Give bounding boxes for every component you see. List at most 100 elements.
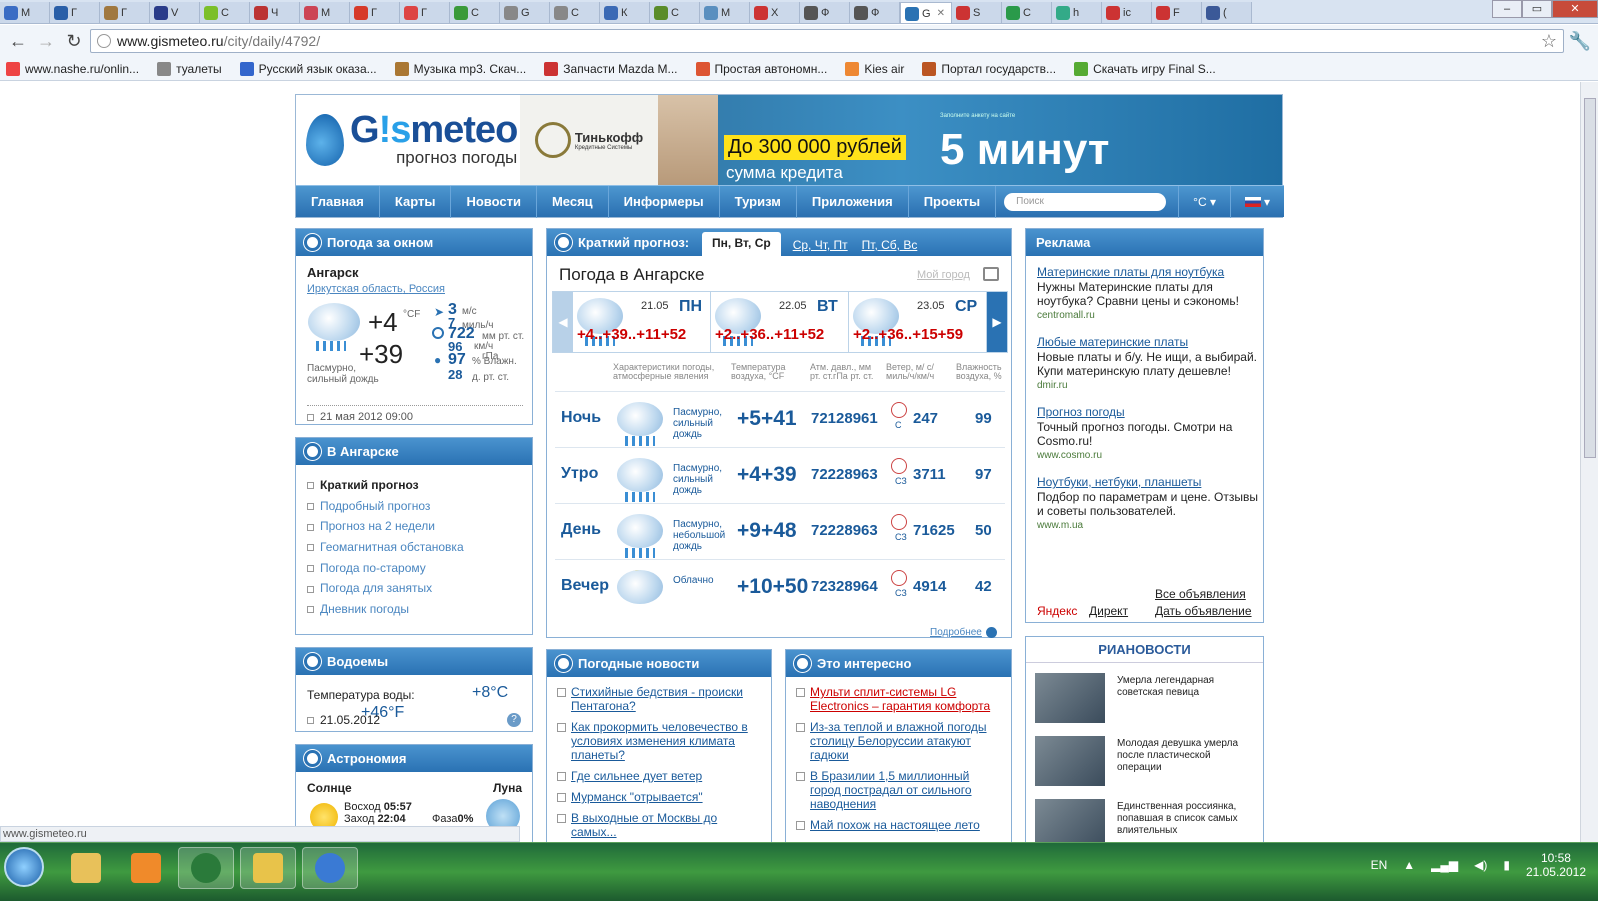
help-icon[interactable]: ? (507, 713, 521, 727)
scrollbar-thumb[interactable] (1584, 98, 1596, 458)
tab-fri-sat-sun[interactable]: Пт, Сб, Вс (860, 234, 920, 256)
ad-item[interactable]: Любые материнские платы Новые платы и б/у… (1037, 335, 1259, 391)
ad-item[interactable]: Материнские платы для ноутбука Нужны Мате… (1037, 265, 1259, 321)
country-link[interactable]: Россия (409, 283, 445, 295)
unit-selector[interactable]: °C ▾ (1178, 185, 1230, 218)
all-ads-link[interactable]: Все объявления (1155, 587, 1246, 601)
bookmark-item[interactable]: туалеты (157, 61, 222, 76)
city-menu-item[interactable]: Прогноз на 2 недели (307, 516, 532, 537)
browser-tab[interactable]: V (150, 2, 200, 23)
city-menu-item[interactable]: Геомагнитная обстановка (307, 537, 532, 558)
ria-news-title[interactable]: Молодая девушка умерла после пластическо… (1117, 738, 1257, 774)
browser-tab[interactable]: Г (50, 2, 100, 23)
nav-item[interactable]: Информеры (609, 185, 720, 218)
news-link[interactable]: Из-за теплой и влажной погоды столицу Бе… (796, 720, 1003, 762)
batman-taskbar-icon[interactable] (240, 847, 296, 889)
ad-url[interactable]: www.m.ua (1037, 520, 1259, 531)
browser-tab[interactable]: Г (350, 2, 400, 23)
news-link[interactable]: В выходные от Москвы до самых... (557, 811, 763, 839)
tab-wed-thu-fri[interactable]: Ср, Чт, Пт (791, 234, 850, 256)
torrent-taskbar-icon[interactable] (178, 847, 234, 889)
bookmark-item[interactable]: Простая автономн... (695, 61, 827, 76)
browser-tab[interactable]: Ф (800, 2, 850, 23)
ad-url[interactable]: dmir.ru (1037, 380, 1259, 391)
prev-day-arrow-icon[interactable]: ◀ (553, 292, 573, 352)
news-link[interactable]: Где сильнее дует ветер (557, 769, 763, 783)
close-tab-icon[interactable]: ✕ (937, 8, 945, 19)
nav-item[interactable]: Месяц (537, 185, 609, 218)
nav-item[interactable]: Главная (296, 185, 380, 218)
browser-tab[interactable]: Х (750, 2, 800, 23)
nav-item[interactable]: Туризм (720, 185, 797, 218)
language-flag-selector[interactable]: ▾ (1229, 185, 1284, 218)
news-link[interactable]: В Бразилии 1,5 миллионный город пострада… (796, 769, 1003, 811)
tab-mon-tue-wed[interactable]: Пн, Вт, Ср (702, 232, 781, 256)
day-card[interactable]: 22.05 ВТ +2..+36..+11+52 (711, 292, 849, 352)
browser-tab[interactable]: М (700, 2, 750, 23)
explorer-taskbar-icon[interactable] (58, 847, 114, 889)
my-city-link[interactable]: Мой город (917, 269, 970, 281)
bookmark-item[interactable]: Портал государств... (922, 61, 1056, 76)
browser-tab[interactable]: С (650, 2, 700, 23)
ria-logo[interactable]: РИАНОВОСТИ (1026, 637, 1263, 663)
ria-news-title[interactable]: Единственная россиянка, попавшая в списо… (1117, 801, 1257, 837)
news-link[interactable]: Как прокормить человечество в условиях и… (557, 720, 763, 762)
search-input[interactable]: Поиск (1004, 192, 1167, 211)
page-scrollbar[interactable] (1580, 82, 1598, 842)
maximize-button[interactable]: ▭ (1522, 0, 1552, 18)
media-player-taskbar-icon[interactable] (118, 847, 174, 889)
ad-item[interactable]: Ноутбуки, нетбуки, планшеты Подбор по пар… (1037, 475, 1259, 531)
city-menu-item[interactable]: Дневник погоды (307, 599, 532, 620)
city-menu-item[interactable]: Погода по-старому (307, 558, 532, 579)
ria-news-title[interactable]: Умерла легендарная советская певица (1117, 675, 1257, 699)
city-menu-item[interactable]: Краткий прогноз (307, 475, 532, 496)
ad-title[interactable]: Материнские платы для ноутбука (1037, 265, 1259, 280)
browser-tab[interactable]: G (500, 2, 550, 23)
browser-tab[interactable]: ( (1202, 2, 1252, 23)
browser-tab[interactable]: С (550, 2, 600, 23)
news-link[interactable]: Мульти сплит-системы LG Electronics – га… (796, 685, 1003, 713)
nav-item[interactable]: Карты (380, 185, 452, 218)
browser-tab[interactable]: h (1052, 2, 1102, 23)
day-card[interactable]: 21.05 ПН +4..+39..+11+52 (573, 292, 711, 352)
news-link[interactable]: Май похож на настоящее лето (796, 818, 1003, 832)
nav-item[interactable]: Новости (451, 185, 537, 218)
nav-item[interactable]: Проекты (909, 185, 997, 218)
browser-tab[interactable]: Ф (850, 2, 900, 23)
browser-tab[interactable]: F (1152, 2, 1202, 23)
bookmark-item[interactable]: Kies air (845, 61, 904, 76)
tray-arrow-icon[interactable]: ▲ (1403, 858, 1415, 872)
bookmark-item[interactable]: Русский язык оказа... (239, 61, 377, 76)
browser-tab[interactable]: M (0, 2, 50, 23)
browser-tab[interactable]: М (300, 2, 350, 23)
news-link[interactable]: Мурманск "отрывается" (557, 790, 763, 804)
news-link[interactable]: Стихийные бедствия - происки Пентагона? (557, 685, 763, 713)
bookmark-item[interactable]: Скачать игру Final S... (1074, 61, 1216, 76)
ad-title[interactable]: Ноутбуки, нетбуки, планшеты (1037, 475, 1259, 490)
start-button[interactable] (4, 847, 44, 887)
yandex-label[interactable]: Яндекс (1037, 604, 1077, 618)
reload-button[interactable]: ↻ (62, 29, 86, 53)
browser-tab[interactable]: К (600, 2, 650, 23)
browser-tab[interactable]: С (450, 2, 500, 23)
gismeteo-logo[interactable]: G!smeteo прогноз погоды (296, 95, 520, 185)
ad-title[interactable]: Прогноз погоды (1037, 405, 1259, 420)
ria-news-item[interactable]: Молодая девушка умерла после пластическо… (1035, 736, 1257, 788)
more-link[interactable]: Подробнее (930, 627, 997, 638)
ad-item[interactable]: Прогноз погоды Точный прогноз погоды. Смо… (1037, 405, 1259, 461)
browser-tab[interactable]: С (1002, 2, 1052, 23)
language-indicator[interactable]: EN (1371, 858, 1388, 872)
direct-link[interactable]: Директ (1089, 604, 1128, 618)
print-icon[interactable] (983, 267, 999, 281)
ad-banner[interactable]: Тинькофф Кредитные Системы Заполните анке… (520, 95, 1282, 185)
back-button[interactable]: ← (6, 29, 30, 53)
browser-tab[interactable]: G ✕ (900, 2, 952, 23)
ria-news-item[interactable]: Умерла легендарная советская певица (1035, 673, 1257, 725)
browser-tab[interactable]: ic (1102, 2, 1152, 23)
ad-title[interactable]: Любые материнские платы (1037, 335, 1259, 350)
ria-news-item[interactable]: Единственная россиянка, попавшая в списо… (1035, 799, 1257, 842)
place-ad-link[interactable]: Дать объявление (1155, 604, 1252, 618)
city-menu-item[interactable]: Подробный прогноз (307, 496, 532, 517)
region-link[interactable]: Иркутская область (307, 283, 403, 295)
day-card[interactable]: 23.05 СР +2..+36..+15+59 (849, 292, 987, 352)
